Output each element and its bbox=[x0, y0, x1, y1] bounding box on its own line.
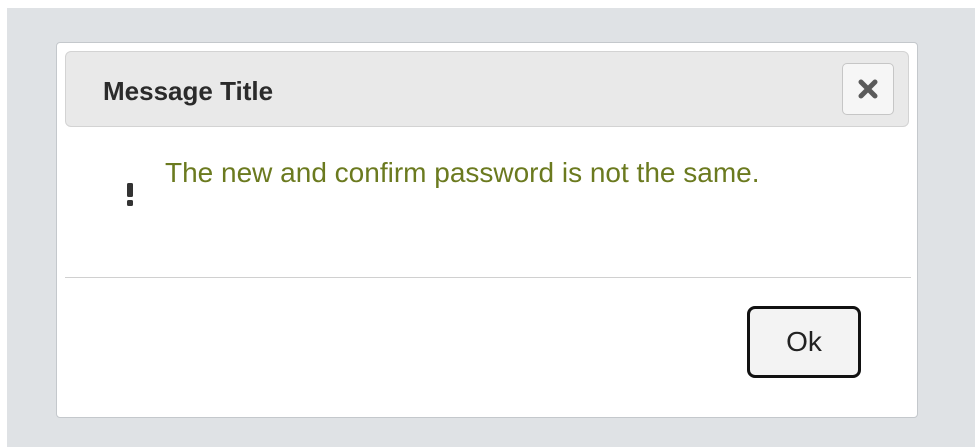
close-button[interactable] bbox=[842, 63, 894, 115]
footer-divider bbox=[65, 277, 911, 278]
dialog-title: Message Title bbox=[103, 76, 274, 106]
dialog-titlebar: Message Title bbox=[65, 51, 909, 127]
close-x-icon bbox=[858, 79, 878, 99]
message-dialog: Message Title The new and confirm passwo… bbox=[56, 42, 918, 418]
ok-button[interactable]: Ok bbox=[747, 306, 861, 378]
dialog-message: The new and confirm password is not the … bbox=[165, 157, 760, 188]
exclamation-icon bbox=[127, 183, 133, 206]
